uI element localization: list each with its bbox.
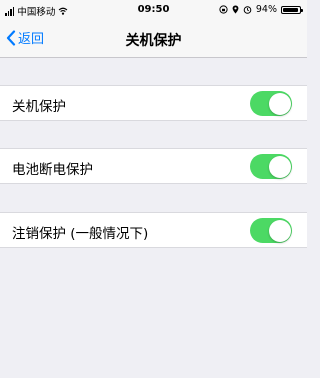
battery-fill [283,7,299,12]
battery-percent: 94% [255,4,277,15]
setting-row-logout-protection: 注销保护 (一般情况下) [0,212,307,248]
setting-label: 注销保护 (一般情况下) [12,226,149,242]
logout-protection-toggle[interactable] [250,218,292,243]
setting-label: 电池断电保护 [12,162,93,178]
page-title: 关机保护 [125,33,182,49]
shutdown-protection-toggle[interactable] [250,91,292,116]
setting-label: 关机保护 [12,99,66,115]
setting-row-shutdown-protection: 关机保护 [0,85,307,121]
battery-cut-protection-toggle[interactable] [250,154,292,179]
navigation-bar: 返回 关机保护 [0,20,307,58]
location-icon [232,5,239,14]
rotation-lock-icon [219,5,228,14]
status-bar: 中国移动 09:50 94% [0,0,307,20]
alarm-icon [243,6,252,14]
status-bar-right: 94% [219,4,303,15]
toggle-knob [268,155,291,178]
toggle-knob [268,219,291,242]
toggle-knob [268,92,291,115]
battery-icon [281,5,303,14]
setting-row-battery-cut-protection: 电池断电保护 [0,148,307,184]
